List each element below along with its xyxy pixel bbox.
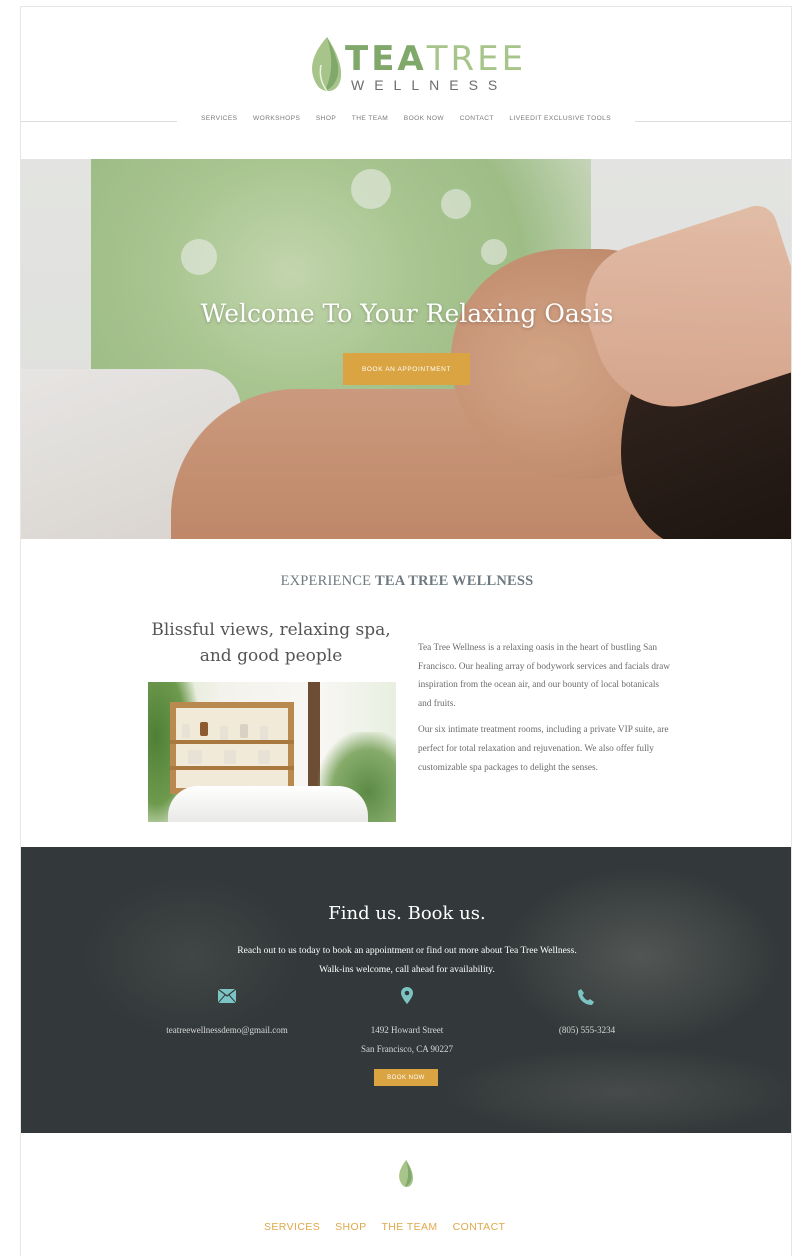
about-heading-light: EXPERIENCE: [280, 573, 375, 589]
footer-item-the-team[interactable]: THE TEAM: [381, 1221, 437, 1233]
nav-item-the-team[interactable]: THE TEAM: [352, 115, 388, 122]
address-line1: 1492 Howard Street: [370, 1025, 444, 1035]
contact-bg-towel: [441, 1047, 791, 1133]
map-pin-icon: [401, 987, 413, 1004]
footer-item-contact[interactable]: CONTACT: [453, 1221, 506, 1233]
book-now-button[interactable]: BOOK NOW: [374, 1069, 438, 1086]
nav-item-services[interactable]: SERVICES: [201, 115, 237, 122]
contact-bg-face: [501, 867, 781, 1047]
spa-jar: [240, 724, 248, 738]
nav-item-liveedit-tools[interactable]: LIVEEDIT EXCLUSIVE TOOLS: [509, 115, 611, 122]
page-frame: TEATREE WELLNESS SERVICES WORKSHOPS SHOP…: [20, 6, 792, 1256]
nav-divider-left: [21, 121, 177, 122]
hero-title: Welcome To Your Relaxing Oasis: [200, 299, 614, 328]
logo-wordmark: TEATREE: [345, 39, 526, 79]
footer-item-services[interactable]: SERVICES: [264, 1221, 320, 1233]
footer-leaf-icon: [399, 1160, 414, 1187]
contact-phone-text[interactable]: (805) 555-3234: [559, 1025, 615, 1035]
spa-jar: [182, 724, 190, 738]
shelf-board: [170, 740, 294, 744]
spa-jar: [220, 726, 228, 740]
contact-address: 1492 Howard Street San Francisco, CA 902…: [327, 1021, 487, 1059]
about-text: Tea Tree Wellness is a relaxing oasis in…: [418, 639, 672, 785]
contact-intro-line2: Walk-ins welcome, call ahead for availab…: [319, 964, 495, 975]
site-logo[interactable]: TEATREE WELLNESS: [307, 35, 527, 99]
contact-phone[interactable]: (805) 555-3234: [507, 1021, 667, 1040]
contact-section: Find us. Book us. Reach out to us today …: [21, 847, 791, 1133]
spa-jar: [260, 726, 268, 740]
logo-word-bold: TEA: [345, 39, 427, 79]
spa-room-image: [148, 682, 396, 822]
nav-divider-right: [635, 121, 791, 122]
logo-tagline: WELLNESS: [351, 77, 508, 93]
contact-bg-figure: [81, 877, 301, 1037]
spa-jar: [258, 750, 270, 764]
about-paragraph-1: Tea Tree Wellness is a relaxing oasis in…: [418, 643, 670, 709]
nav-item-workshops[interactable]: WORKSHOPS: [253, 115, 300, 122]
shelf-back: [176, 708, 288, 788]
footer-item-shop[interactable]: SHOP: [335, 1221, 366, 1233]
nav-item-shop[interactable]: SHOP: [316, 115, 336, 122]
nav-item-contact[interactable]: CONTACT: [460, 115, 494, 122]
envelope-icon: [218, 989, 236, 1003]
hero-overlay: [21, 159, 791, 539]
shelf-board: [170, 766, 294, 770]
about-subheading: Blissful views, relaxing spa, and good p…: [141, 617, 401, 669]
contact-intro-line1: Reach out to us today to book an appoint…: [237, 945, 577, 956]
book-appointment-button[interactable]: BOOK AN APPOINTMENT: [343, 353, 470, 385]
about-paragraph-2: Our six intimate treatment rooms, includ…: [418, 725, 669, 773]
about-heading-bold: TEA TREE WELLNESS: [375, 573, 534, 589]
footer-nav: SERVICES SHOP THE TEAM CONTACT: [264, 1221, 505, 1233]
about-subheading-line1: Blissful views, relaxing spa,: [151, 620, 391, 640]
about-subheading-line2: and good people: [199, 646, 343, 666]
main-nav: SERVICES WORKSHOPS SHOP THE TEAM BOOK NO…: [201, 115, 611, 122]
massage-bed: [168, 786, 368, 822]
leaf-icon: [312, 37, 342, 92]
spa-jar: [188, 750, 202, 764]
spa-jar: [224, 750, 236, 764]
hero-banner: Welcome To Your Relaxing Oasis BOOK AN A…: [21, 159, 791, 539]
nav-item-book-now[interactable]: BOOK NOW: [404, 115, 444, 122]
logo-word-light: TREE: [426, 39, 527, 79]
contact-email-text[interactable]: teatreewellnessdemo@gmail.com: [166, 1025, 288, 1035]
contact-title: Find us. Book us.: [328, 903, 486, 924]
about-heading: EXPERIENCE TEA TREE WELLNESS: [21, 573, 791, 590]
phone-icon: [578, 989, 594, 1005]
contact-email[interactable]: teatreewellnessdemo@gmail.com: [147, 1021, 307, 1040]
address-line2: San Francisco, CA 90227: [361, 1044, 453, 1054]
spa-jar: [200, 722, 208, 736]
